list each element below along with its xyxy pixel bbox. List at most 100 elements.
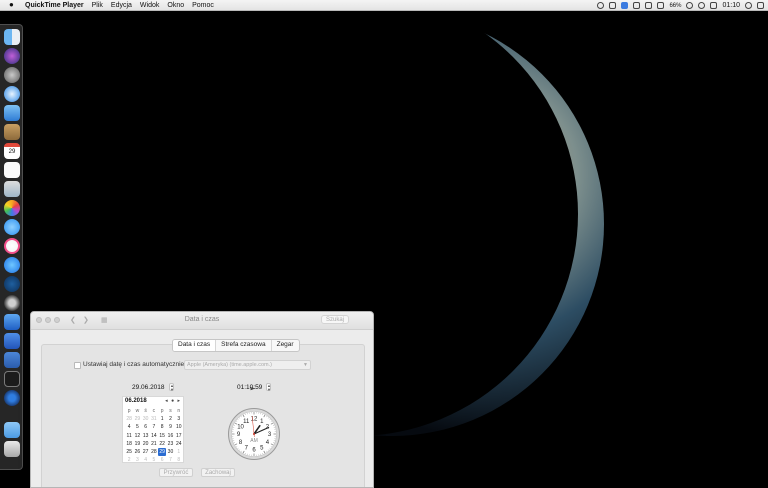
chrome-icon[interactable] [4, 390, 20, 406]
wifi-icon[interactable] [698, 2, 705, 9]
tab-time-zone[interactable]: Strefa czasowa [216, 340, 271, 351]
apple-menu-icon[interactable]: ● [9, 1, 19, 9]
calendar-day[interactable]: 29 [158, 448, 166, 456]
calendar-day[interactable]: 28 [125, 415, 133, 423]
calendar-day[interactable]: 27 [142, 448, 150, 456]
save-button[interactable]: Zachowaj [201, 468, 235, 477]
bluetooth-icon[interactable] [621, 2, 628, 9]
notification-center-icon[interactable] [757, 2, 764, 9]
calendar-day[interactable]: 2 [166, 415, 174, 423]
calendar-nav[interactable]: ◂ ● ▸ [165, 398, 181, 404]
calendar-day[interactable]: 15 [158, 432, 166, 440]
xcode-blueprint-icon[interactable] [4, 333, 20, 349]
calendar-day[interactable]: 22 [158, 440, 166, 448]
calendar-day[interactable]: 5 [133, 423, 141, 431]
calendar-day[interactable]: 13 [142, 432, 150, 440]
menu-pomoc[interactable]: Pomoc [192, 2, 214, 9]
calendar-day[interactable]: 8 [158, 423, 166, 431]
siri-icon[interactable] [4, 48, 20, 64]
time-machine-icon[interactable] [686, 2, 693, 9]
spotlight-icon[interactable] [745, 2, 752, 9]
preview-icon[interactable] [4, 181, 20, 197]
quicktime-icon[interactable] [4, 295, 20, 311]
display-icon[interactable] [609, 2, 616, 9]
calendar-day[interactable]: 1 [175, 448, 183, 456]
calendar-day[interactable]: 5 [150, 456, 158, 464]
calendar-day[interactable]: 28 [150, 448, 158, 456]
search-field[interactable]: Szukaj [321, 315, 349, 324]
chevron-down-icon: ▼ [303, 361, 308, 370]
downloads-icon[interactable] [4, 422, 20, 438]
terminal-icon[interactable] [4, 371, 20, 387]
calendar-day[interactable]: 12 [133, 432, 141, 440]
calendar-day[interactable]: 6 [142, 423, 150, 431]
calendar-day[interactable]: 16 [166, 432, 174, 440]
analog-clock[interactable]: 121234567891011AM [227, 407, 281, 461]
calendar-day[interactable]: 19 [133, 440, 141, 448]
calendar-day[interactable]: 4 [125, 423, 133, 431]
calendar-day[interactable]: 30 [166, 448, 174, 456]
app-menu[interactable]: QuickTime Player [25, 2, 84, 9]
battery-icon[interactable] [657, 2, 664, 9]
calendar-day[interactable]: 7 [150, 423, 158, 431]
calendar-day[interactable]: 8 [175, 456, 183, 464]
calendar-day[interactable]: 6 [158, 456, 166, 464]
volume-icon[interactable] [645, 2, 652, 9]
calendar-day[interactable]: 9 [166, 423, 174, 431]
itunes-icon[interactable] [4, 238, 20, 254]
calendar-day[interactable]: 11 [125, 432, 133, 440]
calendar-icon[interactable]: 29 [4, 143, 20, 159]
photos-icon[interactable] [4, 200, 20, 216]
menubar-clock[interactable]: 01:10 [722, 2, 740, 9]
menu-plik[interactable]: Plik [92, 2, 103, 9]
revert-button[interactable]: Przywróć [159, 468, 193, 477]
date-field[interactable]: 29.06.2018 [132, 383, 165, 392]
menu-widok[interactable]: Widok [140, 2, 159, 9]
finder-icon[interactable] [4, 29, 20, 45]
keyboard-icon[interactable] [633, 2, 640, 9]
tab-clock[interactable]: Zegar [272, 340, 299, 351]
trash-icon[interactable] [4, 441, 20, 457]
window-titlebar[interactable]: ❮ ❯ ▦ Data i czas Szukaj [31, 312, 373, 330]
menu-okno[interactable]: Okno [167, 2, 184, 9]
app-store-icon[interactable] [4, 257, 20, 273]
notes-icon[interactable] [4, 124, 20, 140]
calendar-day[interactable]: 25 [125, 448, 133, 456]
calendar-day[interactable]: 3 [175, 415, 183, 423]
calendar-day[interactable]: 23 [166, 440, 174, 448]
time-stepper[interactable]: ▲▼ [266, 383, 271, 391]
auto-date-checkbox[interactable] [74, 362, 81, 369]
calendar-weekday: ś [142, 407, 150, 415]
launchpad-icon[interactable] [4, 67, 20, 83]
mail-icon[interactable] [4, 105, 20, 121]
reminders-icon[interactable] [4, 162, 20, 178]
calendar-day[interactable]: 30 [142, 415, 150, 423]
visual-studio-icon[interactable] [4, 352, 20, 368]
calendar-day[interactable]: 2 [125, 456, 133, 464]
calendar-day[interactable]: 4 [142, 456, 150, 464]
input-source-icon[interactable] [710, 2, 717, 9]
safari-icon[interactable] [4, 86, 20, 102]
calendar-day[interactable]: 29 [133, 415, 141, 423]
calendar-day[interactable]: 3 [133, 456, 141, 464]
tab-date-time[interactable]: Data i czas [173, 340, 216, 351]
messages-icon[interactable] [4, 219, 20, 235]
system-preferences-icon[interactable] [4, 276, 20, 292]
calendar-day[interactable]: 1 [158, 415, 166, 423]
calendar-day[interactable]: 7 [166, 456, 174, 464]
calendar-day[interactable]: 17 [175, 432, 183, 440]
menu-edycja[interactable]: Edycja [111, 2, 132, 9]
date-stepper[interactable]: ▲▼ [169, 383, 174, 391]
calendar-day[interactable]: 24 [175, 440, 183, 448]
calendar-weekday: c [150, 407, 158, 415]
calendar-day[interactable]: 26 [133, 448, 141, 456]
calendar-day[interactable]: 18 [125, 440, 133, 448]
calendar-day[interactable]: 10 [175, 423, 183, 431]
calendar-day[interactable]: 31 [150, 415, 158, 423]
calendar-day[interactable]: 21 [150, 440, 158, 448]
time-server-select[interactable]: Apple (Ameryka) (time.apple.com.) ▼ [184, 360, 311, 370]
sync-icon[interactable] [597, 2, 604, 9]
calendar-day[interactable]: 20 [142, 440, 150, 448]
calendar-day[interactable]: 14 [150, 432, 158, 440]
xcode-icon[interactable] [4, 314, 20, 330]
